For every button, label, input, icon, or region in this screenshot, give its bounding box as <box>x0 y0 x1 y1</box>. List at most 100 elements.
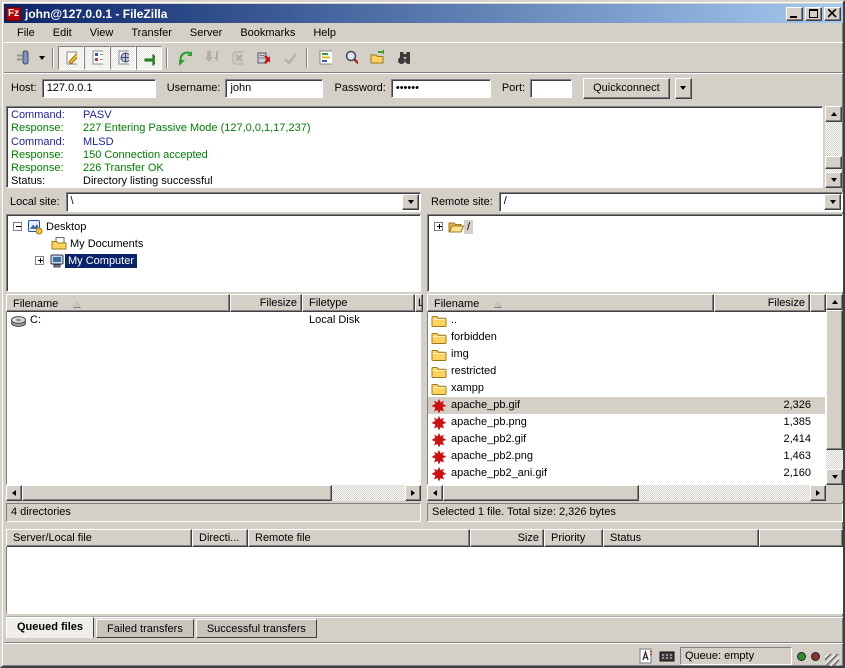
column-header-filename[interactable]: Filename <box>427 294 714 312</box>
scroll-down-button[interactable] <box>825 172 842 188</box>
scrollbar-thumb[interactable] <box>826 310 843 450</box>
process-queue-icon <box>204 50 218 66</box>
expand-icon[interactable] <box>35 256 44 265</box>
toggle-message-log-button[interactable] <box>58 46 84 70</box>
toggle-local-tree-button[interactable] <box>84 46 110 70</box>
remote-file-row[interactable]: forbidden <box>428 329 825 346</box>
column-header-filesize[interactable]: Filesize <box>230 294 302 312</box>
maximize-button[interactable] <box>805 7 822 21</box>
cancel-operation-button[interactable] <box>224 46 250 70</box>
menu-edit[interactable]: Edit <box>44 25 81 41</box>
remote-file-row[interactable]: apache_pb2_ani.gif2,160 <box>428 465 825 482</box>
remote-site-combo[interactable]: / <box>499 192 843 212</box>
file-name: restricted <box>451 363 496 380</box>
remote-file-row[interactable]: img <box>428 346 825 363</box>
menu-server[interactable]: Server <box>181 25 231 41</box>
remote-file-row[interactable]: xampp <box>428 380 825 397</box>
scroll-down-button[interactable] <box>826 469 843 485</box>
host-input[interactable] <box>42 79 156 98</box>
tab-successful-transfers[interactable]: Successful transfers <box>196 619 317 638</box>
scroll-right-button[interactable] <box>405 485 421 501</box>
tree-item-desktop[interactable]: Desktop <box>13 218 89 235</box>
column-header-direction[interactable]: Directi... <box>192 529 248 547</box>
scroll-left-button[interactable] <box>427 485 443 501</box>
scroll-up-button[interactable] <box>825 106 842 122</box>
column-header-priority[interactable]: Priority <box>544 529 603 547</box>
port-input[interactable] <box>530 79 572 98</box>
column-header-server-local-file[interactable]: Server/Local file <box>6 529 192 547</box>
column-header-filetype[interactable]: Filetype <box>302 294 415 312</box>
menu-view[interactable]: View <box>81 25 123 41</box>
remote-site-dropdown-button[interactable] <box>824 194 841 210</box>
chevron-down-icon <box>830 200 836 207</box>
synchronized-browsing-button[interactable] <box>390 46 416 70</box>
filter-button[interactable] <box>312 46 338 70</box>
column-header-lastmodified[interactable]: L <box>415 294 423 312</box>
remote-file-row[interactable]: .. <box>428 312 825 329</box>
site-manager-dropdown-button[interactable] <box>35 46 48 70</box>
username-input[interactable] <box>225 79 323 98</box>
menu-help[interactable]: Help <box>304 25 345 41</box>
menu-transfer[interactable]: Transfer <box>122 25 181 41</box>
local-file-row[interactable]: C: Local Disk <box>7 312 420 329</box>
local-site-combo[interactable]: \ <box>66 192 421 212</box>
disconnect-button[interactable] <box>250 46 276 70</box>
column-header-filesize[interactable]: Filesize <box>714 294 810 312</box>
refresh-button[interactable] <box>172 46 198 70</box>
sort-ascending-icon <box>72 297 80 307</box>
column-header-size[interactable]: Size <box>470 529 544 547</box>
scrollbar-thumb[interactable] <box>825 156 842 169</box>
remote-file-row[interactable]: apache_pb.png1,385 <box>428 414 825 431</box>
column-header-filename[interactable]: Filename <box>6 294 230 312</box>
file-search-button[interactable] <box>338 46 364 70</box>
scroll-right-button[interactable] <box>810 485 826 501</box>
menu-file[interactable]: File <box>8 25 44 41</box>
remote-file-row[interactable]: restricted <box>428 363 825 380</box>
compare-directories-button[interactable] <box>364 46 390 70</box>
tree-item-my-computer[interactable]: My Computer <box>35 252 137 269</box>
apache-image-icon <box>431 398 447 414</box>
message-log[interactable]: Command:PASV Response:227 Entering Passi… <box>6 106 823 188</box>
remote-list-hscrollbar[interactable] <box>427 485 826 501</box>
scroll-up-button[interactable] <box>826 294 843 310</box>
minimize-button[interactable] <box>786 7 803 21</box>
local-list-hscrollbar[interactable] <box>6 485 421 501</box>
scrollbar-thumb[interactable] <box>443 485 639 501</box>
remote-list-vscrollbar[interactable] <box>826 294 843 485</box>
remote-file-row[interactable]: apache_pb2.gif2,414 <box>428 431 825 448</box>
quickconnect-button[interactable]: Quickconnect <box>583 78 670 99</box>
column-header-remote-file[interactable]: Remote file <box>248 529 470 547</box>
sort-ascending-icon <box>493 297 501 307</box>
column-header-status[interactable]: Status <box>603 529 759 547</box>
tab-queued-files[interactable]: Queued files <box>6 617 94 638</box>
process-queue-button[interactable] <box>198 46 224 70</box>
menu-bookmarks[interactable]: Bookmarks <box>231 25 304 41</box>
tree-item-my-documents[interactable]: My Documents <box>51 235 146 252</box>
local-site-dropdown-button[interactable] <box>402 194 419 210</box>
site-manager-button[interactable] <box>9 46 35 70</box>
tree-item-root[interactable]: / <box>434 218 473 235</box>
close-button[interactable] <box>824 7 841 21</box>
apache-image-icon <box>431 432 447 448</box>
toggle-transfer-queue-button[interactable] <box>136 46 162 70</box>
log-scrollbar[interactable] <box>825 106 842 188</box>
quickconnect-dropdown-button[interactable] <box>675 78 692 99</box>
transfer-queue-list[interactable] <box>6 547 843 614</box>
remote-file-row-selected[interactable]: apache_pb.gif2,326 <box>428 397 825 414</box>
resize-grip[interactable] <box>825 654 839 668</box>
file-name: apache_pb2.gif <box>451 431 526 448</box>
password-input[interactable] <box>391 79 491 98</box>
toggle-remote-tree-button[interactable] <box>110 46 136 70</box>
expand-icon[interactable] <box>434 222 443 231</box>
remote-file-row[interactable]: apache_pb2.png1,463 <box>428 448 825 465</box>
scroll-left-button[interactable] <box>6 485 22 501</box>
arrow-left-icon <box>430 490 437 496</box>
collapse-icon[interactable] <box>13 222 22 231</box>
apply-button[interactable] <box>276 46 302 70</box>
local-status-text: 4 directories <box>6 503 421 522</box>
scrollbar-thumb[interactable] <box>22 485 332 501</box>
log-label: Command: <box>9 109 83 122</box>
title-bar[interactable]: Fz john@127.0.0.1 - FileZilla <box>4 4 843 23</box>
tab-failed-transfers[interactable]: Failed transfers <box>96 619 194 638</box>
file-size: 1,463 <box>715 448 811 465</box>
